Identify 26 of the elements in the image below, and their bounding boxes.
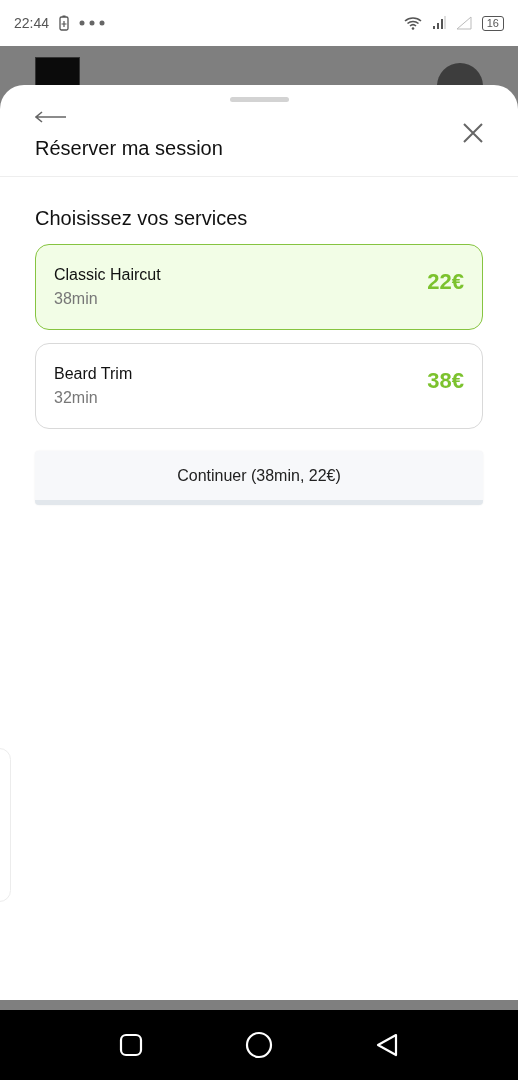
- service-name: Beard Trim: [54, 365, 134, 383]
- more-dots-icon: [79, 20, 106, 26]
- service-card[interactable]: Classic Haircut 38min 22€: [35, 244, 483, 330]
- section-heading: Choisissez vos services: [35, 207, 249, 230]
- service-card[interactable]: Beard Trim 32min 38€: [35, 343, 483, 429]
- avatar-icon[interactable]: [437, 63, 483, 85]
- service-price: 38€: [427, 368, 464, 394]
- empty-signal-icon: [455, 16, 472, 30]
- recent-apps-icon[interactable]: [119, 1033, 143, 1057]
- drag-handle[interactable]: [229, 97, 289, 102]
- sheet-title: Réserver ma session: [35, 137, 224, 160]
- service-duration: 38min: [54, 290, 99, 308]
- clock-time: 22:44: [14, 15, 50, 31]
- service-price: 22€: [427, 269, 464, 295]
- service-name: Classic Haircut: [54, 266, 162, 284]
- back-arrow-icon[interactable]: [35, 111, 66, 123]
- signal-icon: [431, 16, 446, 30]
- wifi-icon: [403, 16, 422, 30]
- logo: [35, 57, 80, 85]
- continue-button[interactable]: Continuer (38min, 22€): [35, 451, 483, 505]
- service-duration: 32min: [54, 389, 99, 407]
- home-icon[interactable]: [245, 1031, 273, 1059]
- back-icon[interactable]: [375, 1032, 399, 1058]
- battery-level: 16: [481, 15, 504, 31]
- close-button[interactable]: [463, 123, 483, 143]
- battery-charging-icon: [59, 15, 70, 31]
